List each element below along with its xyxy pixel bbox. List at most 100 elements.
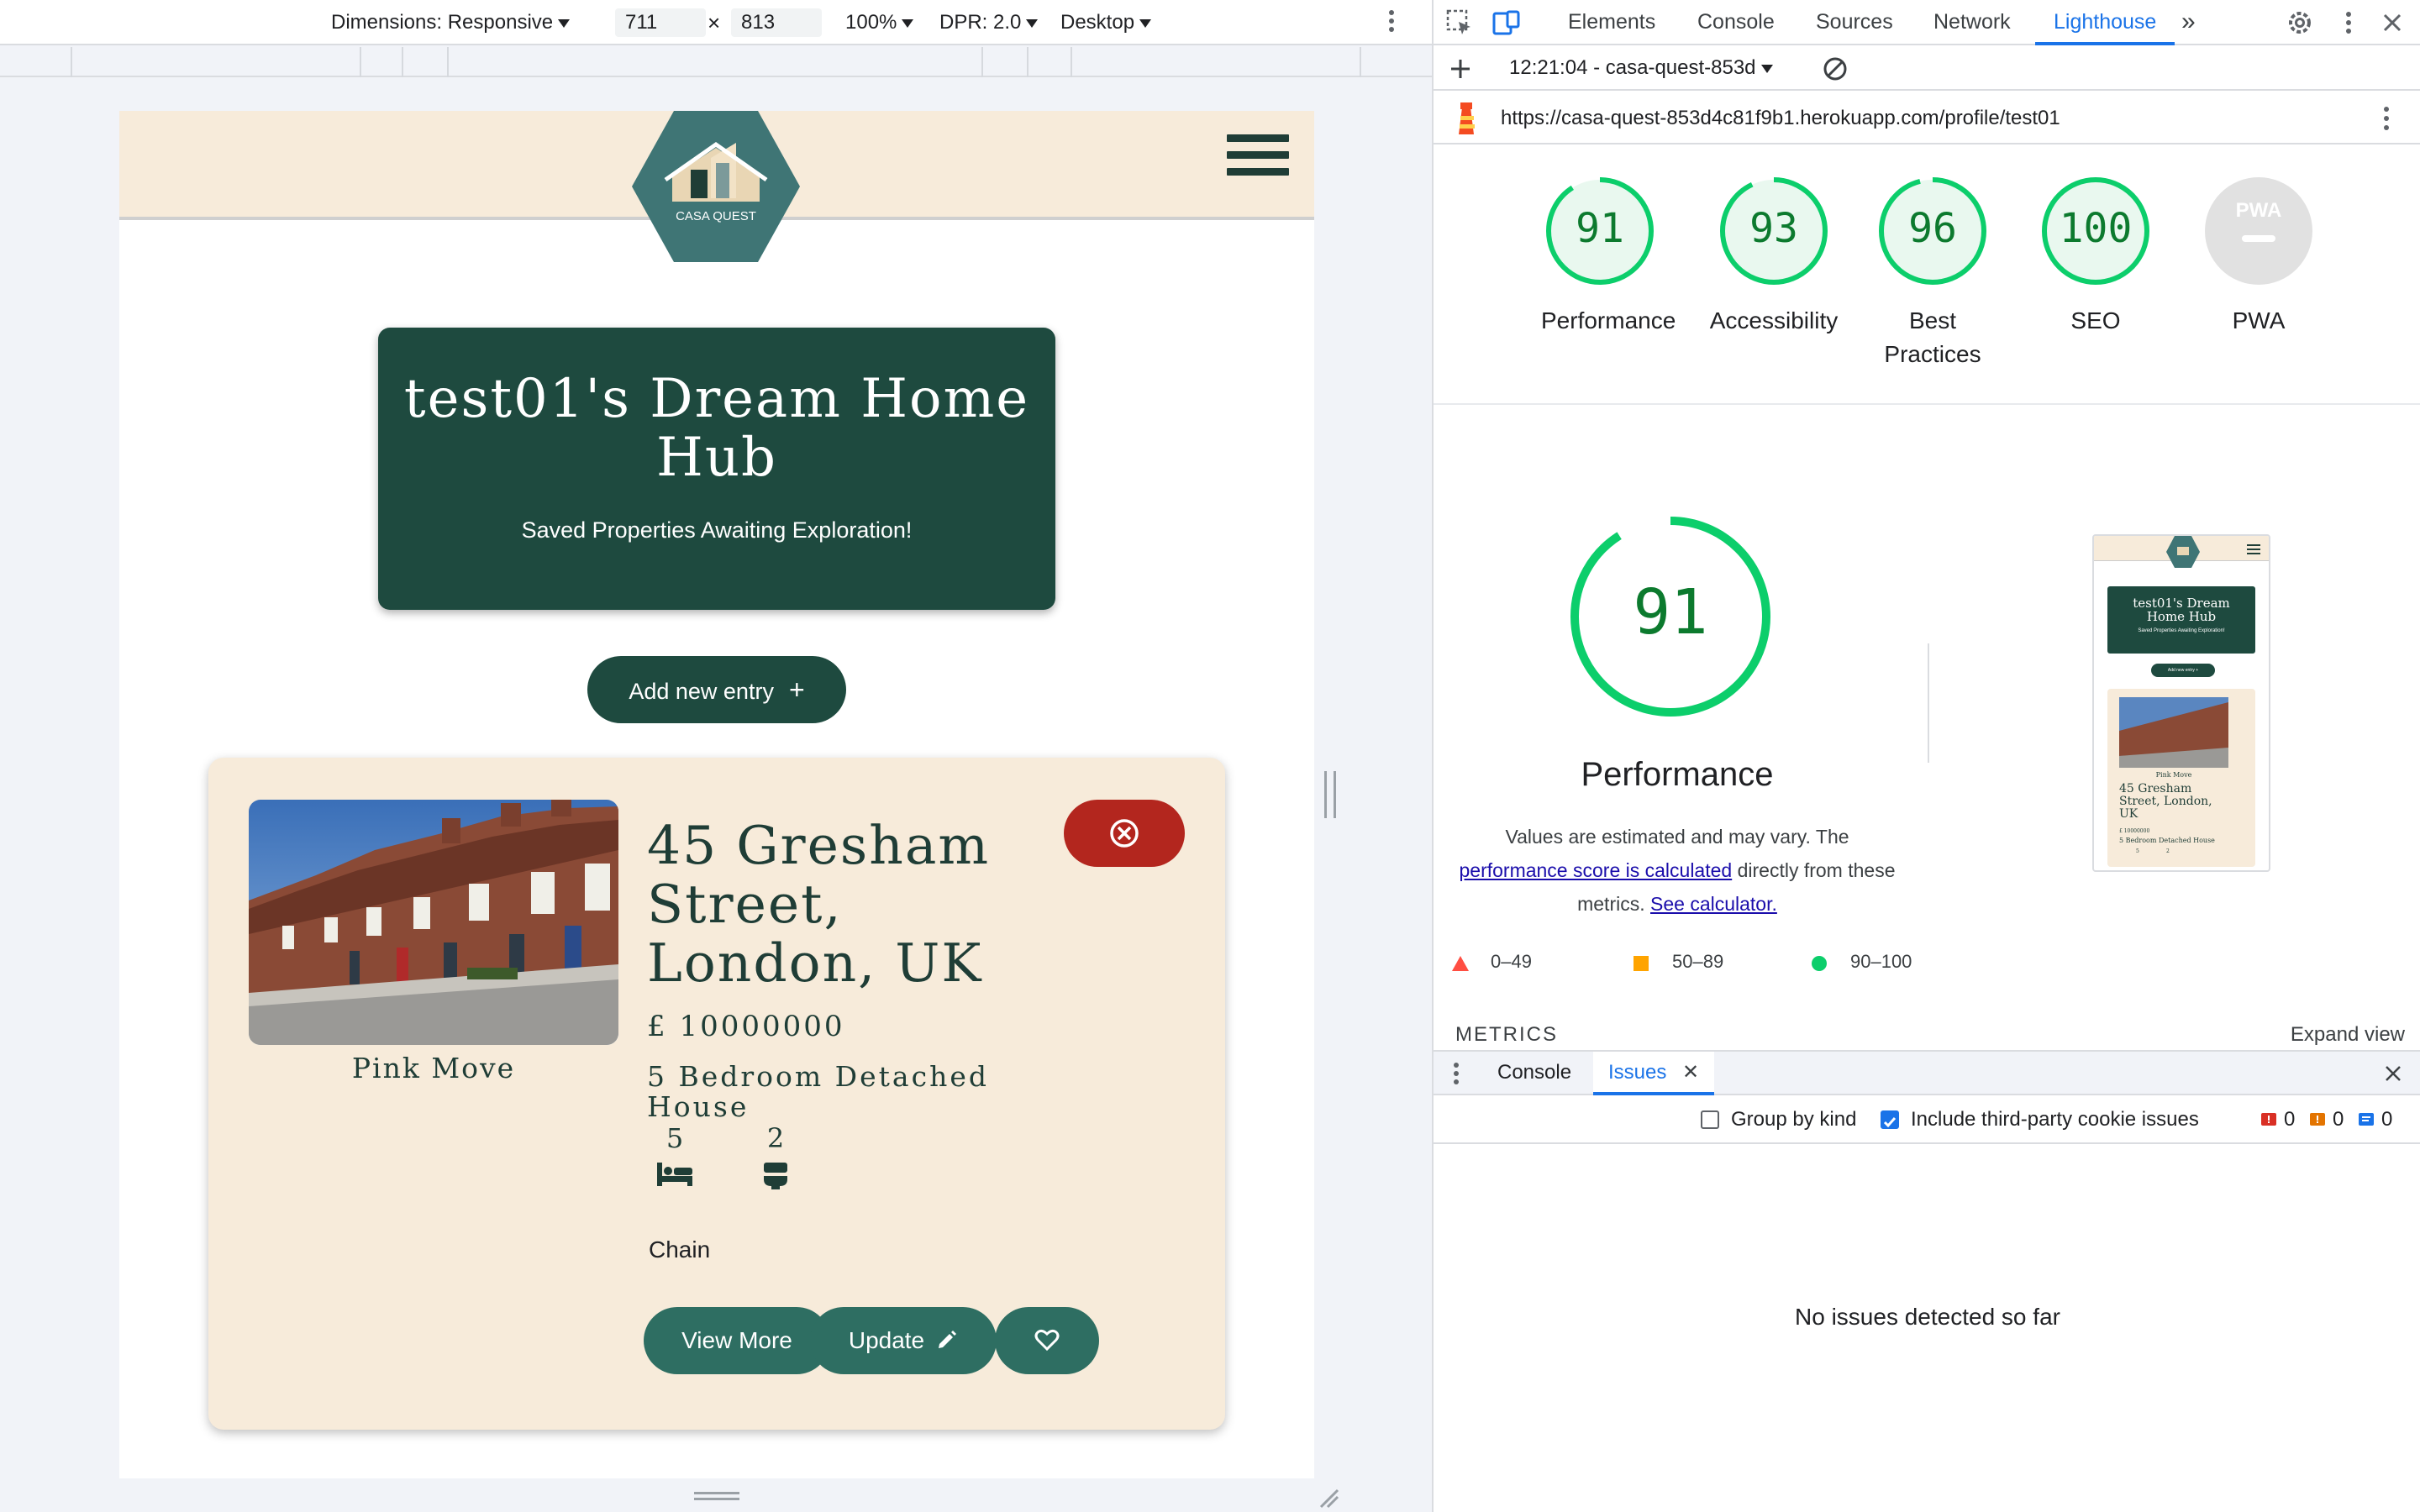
corner-resize-icon[interactable] bbox=[1319, 1488, 1339, 1509]
zoom-dropdown[interactable]: 100% bbox=[845, 8, 914, 37]
device-toggle-icon[interactable] bbox=[1492, 8, 1521, 37]
settings-gear-icon[interactable] bbox=[2286, 8, 2314, 37]
issues-toolbar: Group by kind Include third-party cookie… bbox=[1434, 1097, 2420, 1144]
report-url[interactable]: https://casa-quest-853d4c81f9b1.herokuap… bbox=[1501, 92, 2060, 144]
divider bbox=[1928, 643, 1929, 763]
thumb-baths: 2 bbox=[2166, 848, 2170, 854]
tab-elements[interactable]: Elements bbox=[1568, 0, 1655, 45]
metrics-header: METRICS Expand view bbox=[1455, 1023, 2405, 1047]
delete-entry-button[interactable] bbox=[1064, 800, 1185, 867]
performance-gauge-large: 91 bbox=[1568, 514, 1773, 719]
calculator-link[interactable]: See calculator. bbox=[1650, 893, 1777, 915]
tab-console[interactable]: Console bbox=[1697, 0, 1775, 45]
viewport-resize-handle[interactable] bbox=[1324, 771, 1336, 818]
score-gauge-pwa[interactable]: PWA PWA bbox=[2200, 176, 2317, 338]
add-entry-button[interactable]: Add new entry + bbox=[587, 656, 846, 723]
score-gauge-best-practices[interactable]: 96 Best Practices bbox=[1874, 176, 1991, 371]
favourite-button[interactable] bbox=[995, 1307, 1099, 1374]
ruler-tick bbox=[402, 47, 403, 77]
page-screenshot-thumbnail[interactable]: test01's Dream Home Hub Saved Properties… bbox=[2092, 534, 2270, 872]
property-type: 5 Bedroom Detached House bbox=[647, 1060, 989, 1123]
third-party-checkbox[interactable] bbox=[1881, 1110, 1899, 1129]
zoom-label: 100% bbox=[845, 11, 897, 34]
thumb-beds: 5 bbox=[2136, 848, 2139, 854]
close-tab-icon[interactable]: ✕ bbox=[1682, 1061, 1699, 1084]
bedrooms-count: 5 bbox=[666, 1122, 684, 1154]
score-gauge-performance[interactable]: 91 Performance bbox=[1541, 176, 1676, 338]
clear-reports-icon[interactable] bbox=[1822, 55, 1849, 82]
bedrooms-feature: 5 bbox=[650, 1122, 700, 1188]
inspect-element-icon[interactable] bbox=[1445, 8, 1474, 37]
error-count: 0 bbox=[2284, 1108, 2296, 1131]
fail-triangle-icon bbox=[1452, 956, 1469, 971]
report-menu-icon[interactable] bbox=[2378, 104, 2395, 133]
add-report-icon[interactable] bbox=[1449, 57, 1472, 81]
expand-view-toggle[interactable]: Expand view bbox=[2291, 1023, 2405, 1047]
chain-status: Chain bbox=[649, 1236, 711, 1263]
dpr-dropdown[interactable]: DPR: 2.0 bbox=[939, 8, 1039, 37]
mode-label: Desktop bbox=[1060, 11, 1135, 34]
bed-icon bbox=[657, 1163, 692, 1186]
thumb-title: test01's Dream Home Hub bbox=[2133, 596, 2230, 624]
emulated-viewport: CASA QUEST test01's Dream Home Hub Saved… bbox=[119, 111, 1314, 1478]
chevron-down-icon bbox=[558, 18, 571, 28]
tab-sources[interactable]: Sources bbox=[1816, 0, 1893, 45]
warning-count: 0 bbox=[2333, 1108, 2344, 1131]
score-label: Accessibility bbox=[1709, 307, 1839, 333]
property-card: Pink Move 45 Gresham Street, London, UK … bbox=[208, 758, 1225, 1430]
view-more-button[interactable]: View More bbox=[644, 1307, 830, 1374]
bottom-drawer: Console Issues ✕ Group by kind Include t… bbox=[1434, 1050, 2420, 1512]
legend-fail: 0–49 bbox=[1491, 951, 1532, 972]
tab-lighthouse[interactable]: Lighthouse bbox=[2035, 0, 2175, 45]
more-options-icon[interactable] bbox=[1388, 8, 1400, 37]
drawer-tab-console[interactable]: Console bbox=[1497, 1052, 1571, 1094]
ruler-tick bbox=[1027, 47, 1028, 77]
pwa-badge-text: PWA bbox=[2236, 199, 2282, 222]
device-toolbar: Dimensions: Responsive 711 × 813 100% DP… bbox=[0, 0, 1432, 45]
height-input[interactable]: 813 bbox=[731, 8, 822, 37]
score-value: 96 bbox=[1908, 205, 1957, 252]
report-selector[interactable]: 12:21:04 - casa-quest-853d bbox=[1509, 47, 1773, 89]
score-label: SEO bbox=[2070, 307, 2121, 333]
thumb-price: £ 10000000 bbox=[2119, 828, 2150, 834]
add-entry-label: Add new entry bbox=[629, 679, 774, 704]
more-tabs-icon[interactable]: » bbox=[2181, 0, 2196, 45]
times-separator: × bbox=[708, 10, 721, 35]
update-button[interactable]: Update bbox=[810, 1307, 997, 1374]
casa-quest-logo[interactable]: CASA QUEST bbox=[632, 111, 800, 262]
lighthouse-toolbar: 12:21:04 - casa-quest-853d bbox=[1434, 47, 2420, 91]
score-value: 100 bbox=[2059, 205, 2133, 252]
score-gauge-accessibility[interactable]: 93 Accessibility bbox=[1702, 176, 1845, 338]
score-calculation-link[interactable]: performance score is calculated bbox=[1459, 859, 1732, 881]
drawer-menu-icon[interactable] bbox=[1452, 1060, 1460, 1087]
performance-score: 91 bbox=[1633, 576, 1708, 648]
close-devtools-icon[interactable] bbox=[2378, 8, 2407, 37]
performance-description: Values are estimated and may vary. The p… bbox=[1459, 820, 1896, 921]
score-label: PWA bbox=[2232, 307, 2286, 333]
mode-dropdown[interactable]: Desktop bbox=[1060, 8, 1152, 37]
chevron-down-icon bbox=[1760, 64, 1773, 73]
plus-icon: + bbox=[788, 675, 805, 705]
bathrooms-count: 2 bbox=[766, 1122, 785, 1154]
drawer-tab-issues[interactable]: Issues ✕ bbox=[1593, 1052, 1715, 1095]
group-by-kind-checkbox[interactable] bbox=[1701, 1110, 1719, 1129]
profile-hero: test01's Dream Home Hub Saved Properties… bbox=[378, 328, 1055, 610]
report-url-bar: https://casa-quest-853d4c81f9b1.herokuap… bbox=[1434, 92, 2420, 144]
close-drawer-icon[interactable] bbox=[2383, 1063, 2403, 1084]
property-address: 45 Gresham Street, London, UK bbox=[647, 815, 991, 994]
close-circle-icon bbox=[1110, 819, 1139, 848]
media-query-ruler[interactable] bbox=[0, 47, 1432, 77]
performance-heading: Performance bbox=[1581, 756, 1774, 793]
dimensions-dropdown[interactable]: Dimensions: Responsive bbox=[331, 8, 571, 37]
score-gauge-seo[interactable]: 100 SEO bbox=[2037, 176, 2154, 338]
dpr-label: DPR: 2.0 bbox=[939, 11, 1022, 34]
thumb-subtitle: Saved Properties Awaiting Exploration! bbox=[2138, 628, 2225, 633]
tab-network[interactable]: Network bbox=[1933, 0, 2011, 45]
customize-menu-icon[interactable] bbox=[2334, 8, 2363, 37]
width-input[interactable]: 711 bbox=[615, 8, 706, 37]
drag-handle-icon[interactable] bbox=[694, 1492, 739, 1494]
menu-icon[interactable] bbox=[1227, 134, 1289, 185]
logo-text: CASA QUEST bbox=[676, 209, 756, 223]
no-issues-message: No issues detected so far bbox=[1795, 1304, 2060, 1330]
photo-caption: Pink Move bbox=[351, 1052, 516, 1084]
